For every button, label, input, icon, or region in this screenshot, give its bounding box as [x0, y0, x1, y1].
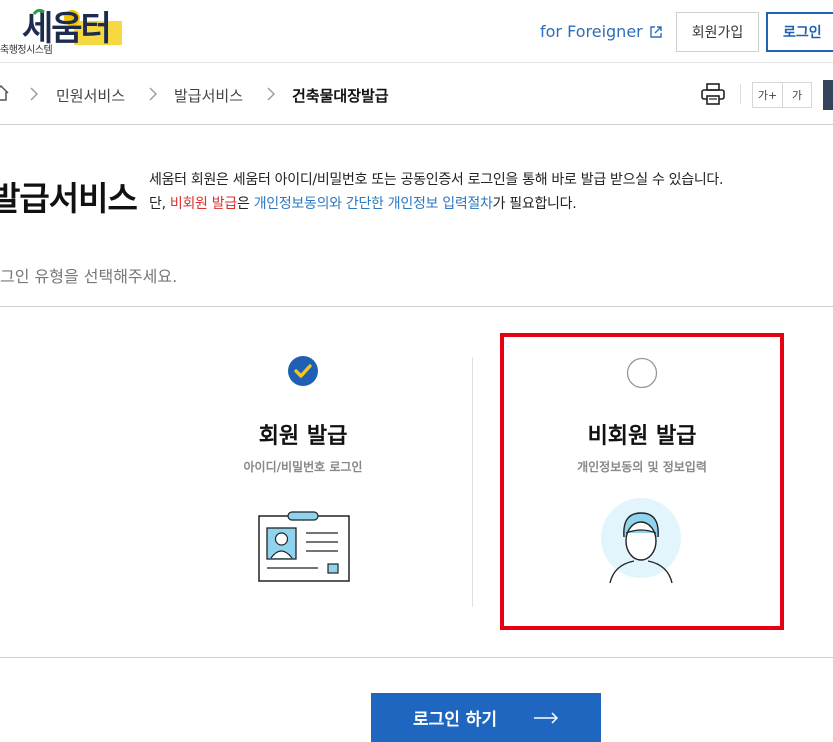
login-submit-label: 로그인 하기 [412, 710, 498, 730]
breadcrumb: 민원서비스 발급서비스 건축물대장발급 가+ 가 [0, 64, 833, 125]
for-foreigner-link[interactable]: for Foreigner [540, 22, 663, 41]
desc-mid: 은 [236, 196, 254, 212]
arrow-right-icon [534, 711, 559, 724]
font-size-decrease-button[interactable]: 가 [782, 82, 812, 108]
external-link-icon [650, 25, 662, 38]
page-title: 발급서비스 [0, 179, 138, 218]
person-illustration [601, 498, 681, 584]
desc-privacy-process: 개인정보동의와 간단한 개인정보 입력절차 [253, 196, 493, 212]
chevron-right-icon [149, 87, 157, 101]
section-divider-top [0, 306, 833, 307]
print-icon[interactable] [701, 83, 725, 105]
breadcrumb-item-current: 건축물대장발급 [292, 87, 389, 105]
font-size-increase-button[interactable]: 가+ [752, 82, 783, 108]
home-icon[interactable] [0, 84, 10, 102]
description-line-1: 세움터 회원은 세움터 아이디/비밀번호 또는 공동인증서 로그인을 통해 바로… [149, 172, 724, 188]
desc-prefix: 단, [149, 196, 170, 212]
member-issue-title: 회원 발급 [258, 424, 348, 449]
id-card-illustration [258, 511, 350, 582]
description-line-2: 단, 비회원 발급은 개인정보동의와 간단한 개인정보 입력절차가 필요합니다. [149, 193, 577, 213]
option-divider [472, 357, 473, 607]
section-divider-bottom [0, 657, 833, 658]
member-issue-subtitle: 아이디/비밀번호 로그인 [243, 460, 363, 474]
guest-issue-title: 비회원 발급 [587, 424, 697, 449]
check-circle-icon [288, 356, 318, 386]
breadcrumb-item-issue-service[interactable]: 발급서비스 [174, 85, 243, 106]
logo-subtitle: 축행정시스템 [0, 45, 53, 56]
join-button[interactable]: 회원가입 [676, 12, 759, 52]
chevron-right-icon [267, 87, 275, 101]
login-type-instruction: 그인 유형을 선택해주세요. [0, 267, 178, 286]
chevron-right-icon [30, 87, 38, 101]
breadcrumb-item-civil-service[interactable]: 민원서비스 [56, 85, 125, 106]
seumteo-logo[interactable]: 세움터 축행정시스템 [0, 4, 130, 56]
toolbar-divider [740, 84, 741, 104]
side-menu-tab[interactable] [823, 80, 833, 110]
for-foreigner-label: for Foreigner [540, 22, 643, 41]
radio-unchecked-icon [626, 357, 658, 389]
desc-guest-issue: 비회원 발급 [169, 196, 237, 212]
login-button[interactable]: 로그인 [766, 12, 833, 52]
site-header: 세움터 축행정시스템 for Foreigner 회원가입 로그인 [0, 0, 833, 63]
desc-suffix: 가 필요합니다. [492, 196, 577, 212]
login-submit-button[interactable]: 로그인 하기 [371, 693, 601, 742]
guest-issue-subtitle: 개인정보동의 및 정보입력 [577, 460, 707, 474]
